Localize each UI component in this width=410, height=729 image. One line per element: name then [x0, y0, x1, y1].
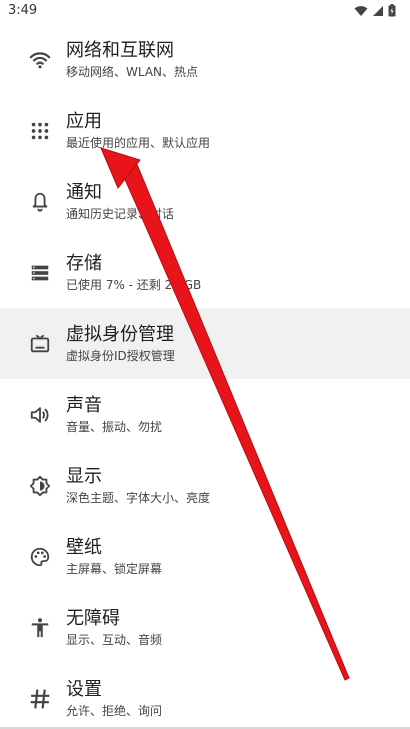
hash-icon [27, 686, 53, 712]
item-subtitle: 深色主题、字体大小、亮度 [66, 490, 211, 505]
item-subtitle: 主屏幕、锁定屏幕 [66, 561, 163, 576]
battery-icon [388, 4, 396, 17]
palette-icon [27, 544, 53, 570]
item-subtitle: 显示、互动、音频 [66, 632, 163, 647]
item-title: 虚拟身份管理 [66, 323, 174, 345]
item-title: 无障碍 [66, 607, 120, 629]
settings-item-permissions[interactable]: 设置 允许、拒绝、询问 [0, 663, 410, 729]
item-subtitle: 音量、振动、勿扰 [66, 419, 163, 434]
settings-item-network[interactable]: 网络和互联网 移动网络、WLAN、热点 [0, 24, 410, 95]
settings-item-storage[interactable]: 存储 已使用 7% - 还剩 27 GB [0, 237, 410, 308]
volume-icon [27, 402, 53, 428]
brightness-icon [27, 473, 53, 499]
item-subtitle: 最近使用的应用、默认应用 [66, 135, 211, 150]
status-icons [354, 4, 396, 17]
settings-screen: 3:49 网络和互联网 移动网络、WLAN、热点 应用 最近使用的应用、默认应用… [0, 0, 410, 729]
settings-item-display[interactable]: 显示 深色主题、字体大小、亮度 [0, 450, 410, 521]
item-subtitle: 允许、拒绝、询问 [66, 703, 163, 718]
apps-grid-icon [27, 118, 53, 144]
item-title: 应用 [66, 110, 102, 132]
item-subtitle: 已使用 7% - 还剩 27 GB [66, 277, 202, 292]
settings-item-sound[interactable]: 声音 音量、振动、勿扰 [0, 379, 410, 450]
item-subtitle: 移动网络、WLAN、热点 [66, 64, 199, 79]
bell-icon [27, 189, 53, 215]
accessibility-icon [27, 615, 53, 641]
signal-icon [373, 5, 383, 16]
storage-icon [27, 260, 53, 286]
settings-item-virtual-identity[interactable]: 虚拟身份管理 虚拟身份ID授权管理 [0, 308, 410, 379]
item-title: 存储 [66, 252, 102, 274]
tv-icon [27, 331, 53, 357]
status-bar: 3:49 [0, 0, 410, 24]
item-title: 显示 [66, 465, 102, 487]
item-title: 通知 [66, 181, 102, 203]
item-title: 声音 [66, 394, 102, 416]
item-subtitle: 虚拟身份ID授权管理 [66, 348, 175, 363]
item-title: 网络和互联网 [66, 39, 174, 61]
wifi-status-icon [354, 5, 368, 16]
item-title: 壁纸 [66, 536, 102, 558]
settings-item-apps[interactable]: 应用 最近使用的应用、默认应用 [0, 95, 410, 166]
settings-item-notifications[interactable]: 通知 通知历史记录、对话 [0, 166, 410, 237]
wifi-icon [27, 47, 53, 73]
settings-item-wallpaper[interactable]: 壁纸 主屏幕、锁定屏幕 [0, 521, 410, 592]
status-time: 3:49 [8, 3, 38, 18]
settings-item-accessibility[interactable]: 无障碍 显示、互动、音频 [0, 592, 410, 663]
item-title: 设置 [66, 678, 102, 700]
settings-list: 网络和互联网 移动网络、WLAN、热点 应用 最近使用的应用、默认应用 通知 通… [0, 24, 410, 729]
item-subtitle: 通知历史记录、对话 [66, 206, 175, 221]
